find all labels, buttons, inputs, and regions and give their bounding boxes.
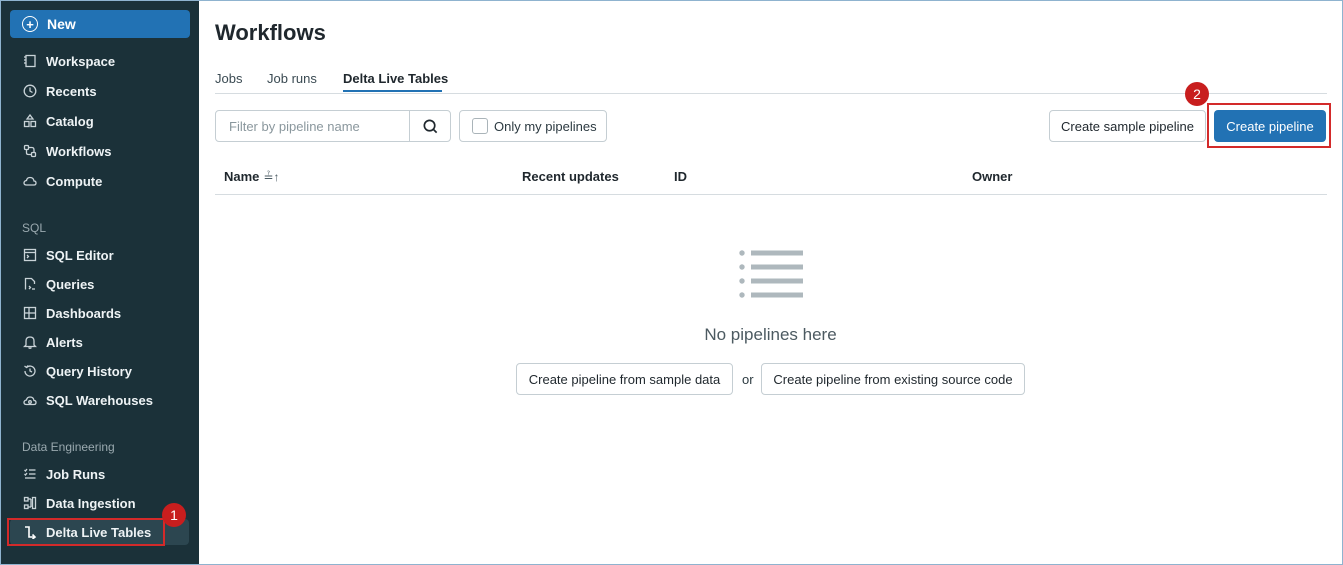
sidebar-item-workflows[interactable]: Workflows: [10, 138, 190, 164]
sidebar-item-label: SQL Editor: [46, 247, 114, 263]
create-from-source-code-label: Create pipeline from existing source cod…: [773, 371, 1013, 387]
sidebar-item-dashboards[interactable]: Dashboards: [10, 300, 190, 326]
dashboards-icon: [22, 305, 38, 321]
sidebar-item-label: Recents: [46, 83, 97, 99]
create-from-sample-data-label: Create pipeline from sample data: [528, 371, 721, 387]
active-tab-indicator: [343, 90, 442, 92]
window-frame: [0, 0, 1343, 565]
sidebar-item-label: Compute: [46, 173, 103, 189]
or-separator: or: [742, 372, 754, 387]
history-icon: [22, 363, 38, 379]
sidebar-item-catalog[interactable]: Catalog: [10, 108, 190, 134]
sidebar-item-sql-editor[interactable]: SQL Editor: [10, 242, 190, 268]
sidebar-item-label: Workflows: [46, 143, 112, 159]
sidebar-item-recents[interactable]: Recents: [10, 78, 190, 104]
column-header-name[interactable]: Name ≟↑: [224, 169, 279, 184]
create-sample-pipeline-button[interactable]: Create sample pipeline: [1049, 110, 1206, 142]
search-button[interactable]: [409, 111, 450, 141]
sidebar-item-compute[interactable]: Compute: [10, 168, 190, 194]
sidebar-item-label: Catalog: [46, 113, 94, 129]
sidebar-item-label: Dashboards: [46, 305, 122, 321]
catalog-icon: [22, 113, 38, 129]
tab-job-runs[interactable]: Job runs: [267, 71, 317, 86]
step-badge-2: 2: [1185, 82, 1209, 106]
create-from-sample-data-button[interactable]: Create pipeline from sample data: [516, 363, 733, 395]
create-sample-pipeline-label: Create sample pipeline: [1061, 118, 1194, 134]
section-label-data-engineering: Data Engineering: [22, 440, 115, 454]
sidebar-item-label: Workspace: [46, 53, 116, 69]
sort-ascending-icon[interactable]: ≟↑: [263, 170, 279, 184]
sidebar-item-label: Data Ingestion: [46, 495, 136, 511]
pipeline-filter: [215, 110, 451, 142]
sidebar-item-job-runs[interactable]: Job Runs: [10, 461, 190, 487]
new-button-label: New: [47, 16, 76, 32]
cloud-icon: [22, 173, 38, 189]
sql-editor-icon: [22, 247, 38, 263]
job-runs-icon: [22, 466, 38, 482]
column-header-owner: Owner: [972, 169, 1013, 184]
workflows-icon: [22, 143, 38, 159]
highlight-box-2: [1207, 103, 1331, 148]
clock-icon: [22, 83, 38, 99]
step-badge-1: 1: [162, 503, 186, 527]
plus-icon: +: [22, 16, 38, 32]
sidebar: + New Workspace Recents Catalog Workflow…: [1, 1, 199, 564]
only-my-pipelines-label: Only my pipelines: [494, 118, 597, 134]
queries-icon: [22, 276, 38, 292]
only-my-pipelines-toggle[interactable]: Only my pipelines: [459, 110, 607, 142]
tab-jobs[interactable]: Jobs: [215, 71, 242, 86]
column-header-recent-updates: Recent updates: [522, 169, 619, 184]
ingestion-icon: [22, 495, 38, 511]
warehouse-icon: [22, 392, 38, 408]
highlight-box-1: [7, 518, 165, 546]
search-icon: [423, 119, 437, 133]
new-button[interactable]: + New: [10, 10, 190, 38]
workspace-icon: [22, 53, 38, 69]
tabs-divider: [215, 93, 1327, 94]
tab-delta-live-tables[interactable]: Delta Live Tables: [343, 71, 448, 86]
sidebar-item-query-history[interactable]: Query History: [10, 358, 190, 384]
sidebar-item-label: Queries: [46, 276, 95, 292]
create-from-source-code-button[interactable]: Create pipeline from existing source cod…: [761, 363, 1025, 395]
sidebar-item-label: SQL Warehouses: [46, 392, 153, 408]
only-my-pipelines-checkbox[interactable]: [472, 118, 488, 134]
column-header-id: ID: [674, 169, 687, 184]
empty-list-icon: [739, 250, 803, 298]
pipeline-filter-input[interactable]: [216, 111, 409, 141]
page-title: Workflows: [215, 20, 326, 45]
sidebar-item-label: Query History: [46, 363, 132, 379]
section-label-sql: SQL: [22, 221, 47, 235]
table-header-divider: [215, 194, 1327, 195]
sidebar-item-label: Job Runs: [46, 466, 106, 482]
column-header-name-label: Name: [224, 169, 260, 184]
sidebar-item-sql-warehouses[interactable]: SQL Warehouses: [10, 387, 190, 413]
empty-state-title: No pipelines here: [704, 325, 837, 344]
sidebar-item-queries[interactable]: Queries: [10, 271, 190, 297]
sidebar-item-workspace[interactable]: Workspace: [10, 48, 190, 74]
